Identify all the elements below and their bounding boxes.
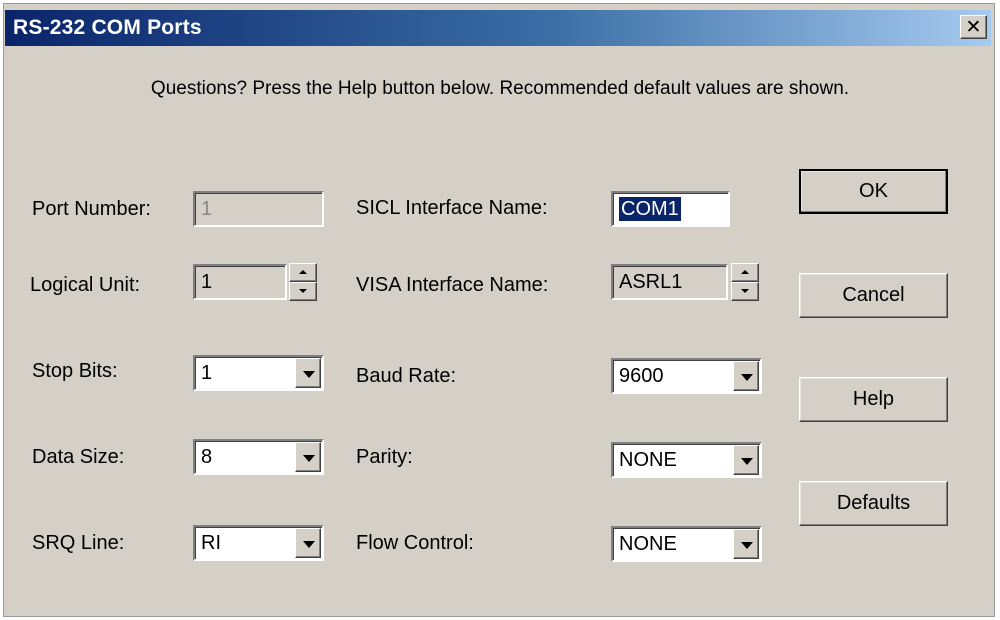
parity-label: Parity: — [356, 446, 413, 468]
data-size-value: 8 — [201, 446, 213, 468]
flow-control-label: Flow Control: — [356, 532, 474, 554]
spin-up-icon[interactable] — [289, 263, 317, 282]
logical-unit-label: Logical Unit: — [30, 274, 141, 296]
port-number-label: Port Number: — [32, 198, 151, 220]
port-number-value: 1 — [201, 198, 213, 220]
dropdown-arrow-icon[interactable] — [295, 442, 321, 472]
logical-unit-value: 1 — [201, 271, 213, 293]
ok-button[interactable]: OK — [799, 169, 948, 214]
parity-select[interactable]: NONE — [611, 442, 762, 478]
visa-name-field[interactable]: ASRL1 — [611, 264, 728, 300]
sicl-name-label: SICL Interface Name: — [356, 197, 548, 219]
stop-bits-value: 1 — [201, 362, 213, 384]
info-text: Questions? Press the Help button below. … — [150, 78, 850, 99]
close-button[interactable]: ✕ — [960, 15, 987, 39]
dropdown-arrow-icon[interactable] — [733, 445, 759, 475]
baud-rate-label: Baud Rate: — [356, 365, 457, 387]
title-bar[interactable]: RS-232 COM Ports ✕ — [5, 10, 991, 46]
stop-bits-select[interactable]: 1 — [193, 355, 324, 391]
dropdown-arrow-icon[interactable] — [733, 529, 759, 559]
dropdown-arrow-icon[interactable] — [295, 528, 321, 558]
port-number-field: 1 — [193, 191, 324, 227]
dropdown-arrow-icon[interactable] — [733, 361, 759, 391]
visa-name-value: ASRL1 — [619, 271, 683, 293]
data-size-label: Data Size: — [32, 446, 125, 468]
flow-control-select[interactable]: NONE — [611, 526, 762, 562]
parity-value: NONE — [619, 449, 677, 471]
logical-unit-field[interactable]: 1 — [193, 264, 287, 300]
dropdown-arrow-icon[interactable] — [295, 358, 321, 388]
spin-down-icon[interactable] — [289, 282, 317, 301]
stop-bits-label: Stop Bits: — [32, 360, 118, 382]
cancel-button[interactable]: Cancel — [799, 273, 948, 318]
visa-name-spinner[interactable] — [731, 263, 759, 301]
baud-rate-value: 9600 — [619, 365, 664, 387]
visa-name-label: VISA Interface Name: — [356, 274, 549, 296]
window-title: RS-232 COM Ports — [13, 16, 202, 39]
close-icon: ✕ — [965, 16, 982, 38]
help-button[interactable]: Help — [799, 377, 948, 422]
defaults-button[interactable]: Defaults — [799, 481, 948, 526]
flow-control-value: NONE — [619, 533, 677, 555]
data-size-select[interactable]: 8 — [193, 439, 324, 475]
spin-down-icon[interactable] — [731, 282, 759, 301]
logical-unit-spinner[interactable] — [289, 263, 317, 301]
spin-up-icon[interactable] — [731, 263, 759, 282]
srq-line-select[interactable]: RI — [193, 525, 324, 561]
srq-line-label: SRQ Line: — [32, 532, 125, 554]
sicl-name-input[interactable]: COM1 — [611, 191, 730, 227]
srq-line-value: RI — [201, 532, 221, 554]
baud-rate-select[interactable]: 9600 — [611, 358, 762, 394]
sicl-name-value: COM1 — [619, 197, 681, 221]
